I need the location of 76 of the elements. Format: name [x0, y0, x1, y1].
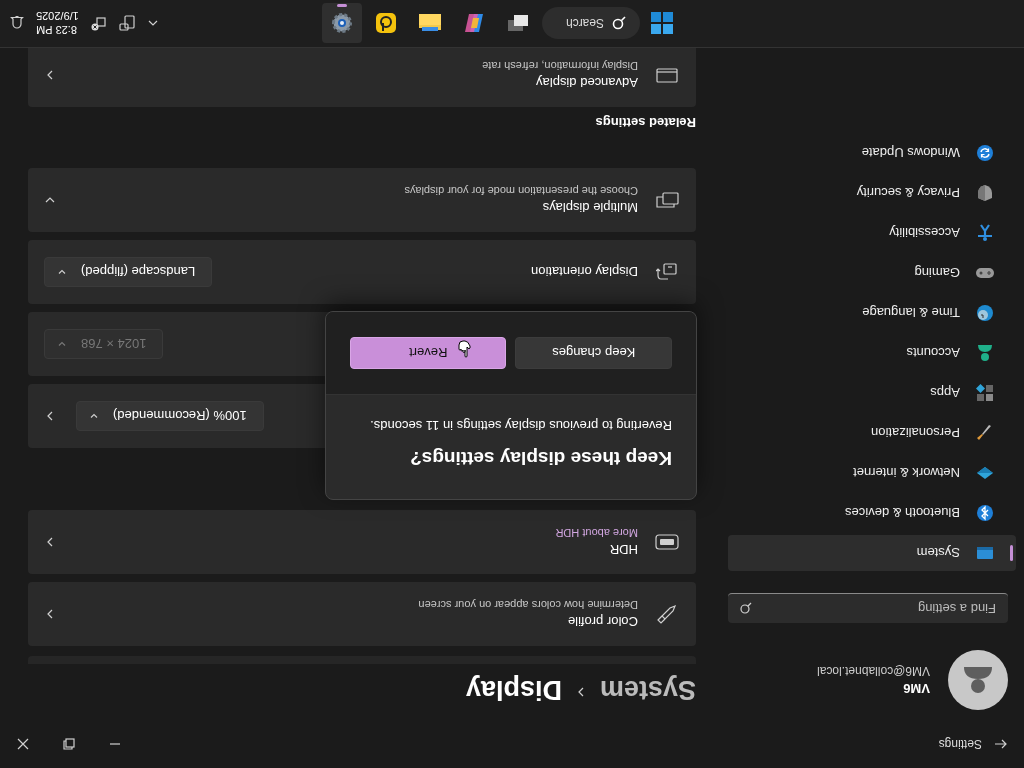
card-subtitle: Choose the presentation mode for your displays [403, 185, 638, 197]
nav-item[interactable]: Bluetooth & devices [728, 495, 1016, 531]
back-arrow-icon [994, 738, 1008, 750]
dialog-title: Keep these display settings? [409, 447, 672, 469]
globe-clock-icon [976, 304, 994, 322]
card-title: Display orientation [530, 264, 638, 280]
nav-item[interactable]: System [728, 535, 1016, 571]
nav-item[interactable]: Personalization [728, 415, 1016, 451]
hand-cursor-icon [457, 340, 471, 358]
taskbar-app[interactable] [322, 3, 362, 44]
nav-item[interactable]: Privacy & security [728, 175, 1016, 211]
breadcrumb-item: Display [465, 674, 562, 706]
clock-date: 1/9/2025 [36, 10, 79, 23]
devices-icon [118, 15, 135, 32]
nav-item[interactable]: Network & internet [728, 455, 1016, 491]
rotate-display-icon [656, 262, 678, 282]
multiple-displays-icon [655, 191, 679, 209]
person-icon [976, 344, 994, 362]
card-title: Color profile [566, 614, 638, 629]
card-title: Multiple displays [541, 200, 638, 215]
settings-card[interactable]: Color profile Determine how colors appear on your screen [28, 582, 696, 646]
apps-icon [976, 384, 994, 402]
nav-item[interactable]: Apps [728, 375, 1016, 411]
settings-card[interactable]: HDR More about HDR [28, 510, 696, 574]
search-field[interactable]: Find a setting [728, 593, 1008, 623]
nav-item[interactable]: Accessibility [728, 215, 1016, 251]
card-link[interactable]: More about HDR [72, 527, 638, 539]
settings-card[interactable]: Advanced display Display information, refresh rate [28, 48, 696, 107]
nav-item[interactable]: Time & language [728, 295, 1016, 331]
task-view-icon [507, 14, 529, 33]
window-title: Settings [938, 737, 982, 751]
sync-icon [976, 144, 994, 162]
taskbar-search[interactable]: Search [542, 7, 640, 40]
search-icon [740, 602, 752, 614]
bell-icon [10, 15, 24, 32]
hdr-icon [655, 534, 679, 550]
display-icon [656, 67, 678, 83]
card-title: HDR [608, 542, 638, 557]
monitor-icon [976, 546, 994, 560]
user-name: VM6 [902, 681, 930, 696]
card-subtitle: Display information, refresh rate [481, 60, 638, 72]
chevron-down-icon [89, 411, 99, 421]
chevron-down-icon [57, 267, 67, 277]
dialog-button[interactable]: Keep changes [515, 337, 672, 369]
accessibility-icon [977, 224, 993, 242]
nav-item[interactable]: Windows Update [728, 135, 1016, 171]
section-heading: Related settings [594, 115, 696, 130]
copilot-icon [463, 12, 485, 35]
settings-card[interactable]: Display orientation Landscape (flipped) [28, 240, 696, 304]
dialog-button[interactable]: Revert [350, 337, 507, 369]
dialog-message: Reverting to previous display settings in 11 seconds. [369, 418, 672, 433]
search-icon [612, 16, 626, 31]
wifi-icon [976, 466, 994, 480]
settings-card[interactable]: Multiple displays Choose the presentation mode for your displays [28, 168, 696, 232]
dropdown[interactable]: Landscape (flipped) [44, 257, 213, 287]
maximize-icon [63, 738, 75, 750]
gamepad-icon [975, 266, 995, 280]
avatar [948, 650, 1008, 710]
bluetooth-icon [976, 504, 994, 522]
user-email: VM6@collabnet.local [817, 664, 930, 678]
card-title: Advanced display [535, 75, 638, 90]
shield-icon [976, 184, 994, 202]
folder-icon [418, 13, 442, 34]
close-icon [17, 738, 29, 750]
nav-item[interactable]: Accounts [728, 335, 1016, 371]
gear-icon [331, 12, 353, 35]
dropdown[interactable]: 100% (Recommended) [76, 401, 264, 431]
brush-icon [656, 603, 678, 625]
app-icon [375, 12, 397, 35]
network-disconnected-icon [90, 15, 107, 32]
chevron-down-icon [57, 339, 67, 349]
card-subtitle: Determine how colors appear on your screen [417, 599, 638, 611]
brush-icon [976, 424, 994, 442]
nav-item[interactable]: Gaming [728, 255, 1016, 291]
clock-time: 8:23 PM [36, 24, 77, 37]
breadcrumb-item[interactable]: System [599, 674, 696, 706]
